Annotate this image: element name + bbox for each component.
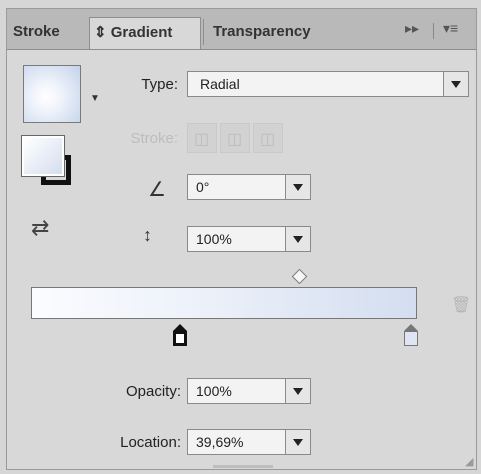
chevron-down-icon[interactable] [285,379,310,403]
tab-stroke[interactable]: Stroke [13,17,97,49]
stroke-along-icon: ◫ [227,131,243,148]
type-label: Type: [141,76,178,93]
stroke-within-icon: ◫ [194,131,210,148]
panel-menu-icon[interactable]: ▾≡ [443,20,458,37]
gradient-panel: Stroke ⇕ Gradient Transparency ▸▸ ▾≡ ▼ ⇄… [6,8,477,470]
chevron-down-icon[interactable] [285,430,310,454]
tab-gradient-label: Gradient [110,24,173,41]
chevron-down-icon[interactable] [443,72,468,96]
stroke-along-button[interactable]: ◫ [220,123,250,153]
stroke-label: Stroke: [130,130,178,147]
angle-icon: ∠ [148,179,166,201]
panel-grip[interactable] [213,465,273,468]
trash-icon[interactable]: 🗑 [451,295,471,315]
gradient-stop[interactable] [404,324,418,346]
toolbar-divider [433,23,434,39]
tab-bar: Stroke ⇕ Gradient Transparency ▸▸ ▾≡ [7,9,476,50]
stroke-within-button[interactable]: ◫ [187,123,217,153]
opacity-value: 100% [196,383,232,399]
chevron-down-icon[interactable] [285,175,310,199]
swatch-dropdown-icon[interactable]: ▼ [90,93,100,104]
aspect-ratio-value: 100% [196,231,232,247]
type-value: Radial [200,76,240,92]
location-label: Location: [120,434,181,451]
opacity-label: Opacity: [125,383,181,400]
gradient-swatch[interactable] [23,65,81,123]
gradient-stop-selected[interactable] [173,324,187,346]
tab-toggle-icon: ⇕ [94,24,107,41]
tab-gradient[interactable]: ⇕ Gradient [89,17,201,49]
angle-field[interactable]: 0° [187,174,311,200]
angle-value: 0° [196,179,210,195]
tab-divider [203,19,204,45]
stroke-across-icon: ◫ [260,131,276,148]
expand-panels-icon[interactable]: ▸▸ [405,20,419,37]
aspect-ratio-icon: ↕ [143,225,152,245]
aspect-ratio-field[interactable]: 100% [187,226,311,252]
location-field[interactable]: 39,69% [187,429,311,455]
fill-swatch[interactable] [21,135,65,177]
gradient-slider[interactable] [31,287,417,319]
opacity-field[interactable]: 100% [187,378,311,404]
tab-transparency[interactable]: Transparency [213,17,353,49]
type-dropdown[interactable]: Radial [187,71,469,97]
gradient-midpoint-handle[interactable] [291,268,308,285]
location-value: 39,69% [196,434,244,450]
chevron-down-icon[interactable] [285,227,310,251]
reverse-gradient-icon[interactable]: ⇄ [31,215,49,241]
resize-grip-icon[interactable]: ◢ [465,455,473,468]
stroke-across-button[interactable]: ◫ [253,123,283,153]
